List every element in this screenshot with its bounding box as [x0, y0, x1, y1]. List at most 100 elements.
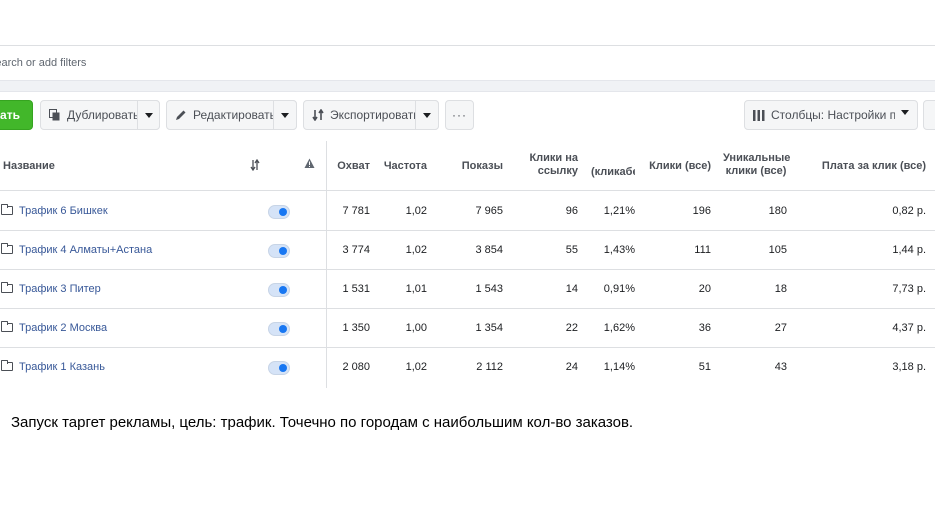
chevron-down-icon: [144, 112, 153, 118]
header-cpc[interactable]: Плата за клик (все): [800, 160, 926, 173]
duplicate-dropdown[interactable]: [137, 100, 160, 130]
cell-link-clicks: 96: [565, 205, 578, 217]
cell-cpc: 7,73 р.: [892, 283, 926, 295]
cell-frequency: 1,01: [405, 283, 427, 295]
header-ctr[interactable]: (кликабельность): [591, 166, 635, 179]
export-dropdown[interactable]: [415, 100, 439, 130]
ellipsis-icon: ···: [452, 108, 467, 122]
pencil-icon: [175, 109, 187, 121]
cell-unique-clicks: 180: [768, 205, 787, 217]
header-clicks-all[interactable]: Клики (все): [645, 160, 711, 173]
sort-icon[interactable]: [250, 158, 260, 175]
cell-impressions: 2 112: [476, 361, 503, 373]
cell-clicks-all: 196: [692, 205, 711, 217]
status-toggle[interactable]: [268, 361, 290, 375]
cell-cpc: 1,44 р.: [892, 244, 926, 256]
cell-ctr: 0,91%: [603, 283, 635, 295]
header-unique-clicks[interactable]: Уникальные клики (все): [723, 152, 791, 178]
chevron-down-icon: [901, 110, 909, 115]
status-toggle[interactable]: [268, 244, 290, 258]
ad-set-name[interactable]: Трафик 1 Казань: [19, 361, 105, 373]
header-name[interactable]: Название: [3, 160, 55, 173]
cell-cpc: 3,18 р.: [892, 361, 926, 373]
table-row[interactable]: Трафик 2 Москва 1 350 1,00 1 354 22 1,62…: [0, 309, 935, 348]
folder-icon: [1, 243, 13, 254]
filter-band: [0, 80, 935, 92]
cell-reach: 1 350: [342, 322, 370, 334]
cell-unique-clicks: 105: [768, 244, 787, 256]
ad-set-name[interactable]: Трафик 4 Алматы+Астана: [19, 244, 152, 256]
cell-clicks-all: 20: [698, 283, 711, 295]
header-frequency[interactable]: Частота: [376, 160, 427, 173]
header-link-clicks[interactable]: Клики на ссылку: [520, 152, 578, 178]
export-arrows-icon: [312, 109, 324, 121]
status-toggle[interactable]: [268, 205, 290, 219]
cell-clicks-all: 51: [698, 361, 711, 373]
status-toggle[interactable]: [268, 283, 290, 297]
export-button-label: Экспортировать: [330, 108, 420, 122]
columns-button[interactable]: Столбцы: Настройки пользователя: [744, 100, 918, 130]
toolbar: Создать Дублировать Редактировать Экспор…: [0, 100, 935, 130]
cell-impressions: 7 965: [475, 205, 503, 217]
ad-set-name[interactable]: Трафик 2 Москва: [19, 322, 107, 334]
create-button-label: Создать: [0, 108, 20, 122]
table-row[interactable]: Трафик 6 Бишкек 7 781 1,02 7 965 96 1,21…: [0, 192, 935, 231]
cell-ctr: 1,62%: [603, 322, 635, 334]
header-unique-clicks-line1: Уникальные: [723, 152, 791, 164]
cell-cpc: 4,37 р.: [892, 322, 926, 334]
columns-icon: [753, 109, 765, 121]
duplicate-button-label: Дублировать: [67, 108, 140, 122]
table-header: Название Охват Частота Показы Клики на с…: [0, 141, 935, 191]
cell-unique-clicks: 27: [774, 322, 787, 334]
cell-reach: 1 531: [342, 283, 370, 295]
cell-reach: 2 080: [342, 361, 370, 373]
warning-icon: [304, 158, 315, 173]
chevron-down-icon: [423, 112, 431, 118]
create-button[interactable]: Создать: [0, 100, 33, 130]
chevron-down-icon: [281, 112, 289, 118]
header-unique-clicks-line2: клики (все): [725, 165, 787, 177]
edit-dropdown[interactable]: [273, 100, 297, 130]
cell-reach: 3 774: [342, 244, 370, 256]
caption-text: Запуск таргет рекламы, цель: трафик. Точ…: [11, 414, 634, 431]
cell-impressions: 3 854: [475, 244, 503, 256]
cell-frequency: 1,02: [405, 361, 427, 373]
cell-impressions: 1 354: [475, 322, 503, 334]
cell-impressions: 1 543: [475, 283, 503, 295]
cell-frequency: 1,02: [405, 244, 427, 256]
table-row[interactable]: Трафик 3 Питер 1 531 1,01 1 543 14 0,91%…: [0, 270, 935, 309]
cell-link-clicks: 14: [565, 283, 578, 295]
cell-link-clicks: 24: [565, 361, 578, 373]
header-impressions[interactable]: Показы: [450, 160, 503, 173]
folder-icon: [1, 321, 13, 332]
cell-reach: 7 781: [342, 205, 370, 217]
cell-ctr: 1,43%: [603, 244, 635, 256]
edit-button-label: Редактировать: [193, 108, 276, 122]
folder-icon: [1, 360, 13, 371]
header-link-clicks-line2: ссылку: [537, 165, 578, 177]
more-options-button[interactable]: ···: [445, 100, 474, 130]
columns-button-label: Столбцы: Настройки пользователя: [771, 108, 895, 122]
cell-clicks-all: 36: [698, 322, 711, 334]
cell-ctr: 1,14%: [603, 361, 635, 373]
cell-unique-clicks: 43: [774, 361, 787, 373]
toolbar-edge-button[interactable]: [923, 100, 935, 130]
cell-clicks-all: 111: [694, 244, 711, 256]
table-row[interactable]: Трафик 1 Казань 2 080 1,02 2 112 24 1,14…: [0, 348, 935, 387]
cell-frequency: 1,00: [405, 322, 427, 334]
duplicate-icon: [49, 109, 61, 121]
cell-ctr: 1,21%: [603, 205, 635, 217]
ad-set-name[interactable]: Трафик 3 Питер: [19, 283, 101, 295]
status-toggle[interactable]: [268, 322, 290, 336]
cell-link-clicks: 22: [565, 322, 578, 334]
cell-frequency: 1,02: [405, 205, 427, 217]
cell-cpc: 0,82 р.: [892, 205, 926, 217]
table-row[interactable]: Трафик 4 Алматы+Астана 3 774 1,02 3 854 …: [0, 231, 935, 270]
cell-unique-clicks: 18: [774, 283, 787, 295]
search-input[interactable]: [0, 54, 388, 72]
search-bar: [0, 46, 935, 80]
ad-set-name[interactable]: Трафик 6 Бишкек: [19, 205, 108, 217]
header-link-clicks-line1: Клики на: [529, 152, 578, 164]
folder-icon: [1, 282, 13, 293]
header-reach[interactable]: Охват: [330, 160, 370, 173]
